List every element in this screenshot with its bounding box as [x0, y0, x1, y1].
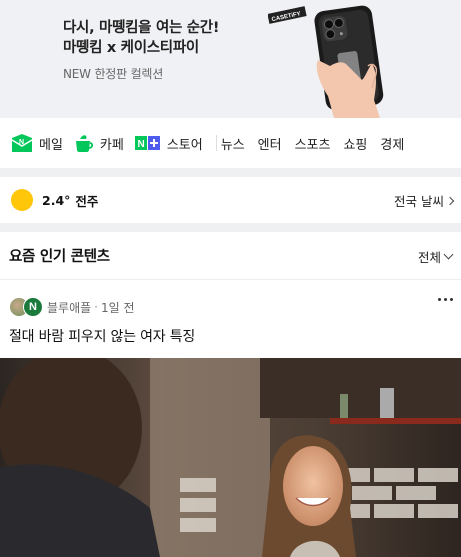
store-icon: N — [134, 136, 160, 150]
nav-divider — [215, 135, 217, 151]
service-label-mail: 메일 — [39, 137, 63, 153]
section-title: 요즘 인기 콘텐츠 — [9, 249, 110, 265]
more-dot-icon — [438, 298, 441, 301]
svg-text:N: N — [137, 139, 144, 150]
nav-link-sports[interactable]: 스포츠 — [295, 134, 331, 153]
post-author[interactable]: 블루애플 — [47, 299, 91, 316]
mail-icon: N — [11, 134, 33, 152]
nav-link-shopping[interactable]: 쇼핑 — [343, 134, 367, 153]
cafe-icon — [75, 135, 93, 152]
more-dot-icon — [444, 298, 447, 301]
national-weather-label: 전국 날씨 — [394, 194, 444, 209]
nav-link-news[interactable]: 뉴스 — [221, 134, 245, 153]
service-nav: N 메일 카페 N 스토어 뉴스 엔터 스포츠 쇼핑 경제 — [0, 118, 461, 168]
naver-badge-icon: N — [23, 297, 43, 317]
svg-text:N: N — [19, 139, 24, 146]
service-label-store: 스토어 — [166, 137, 203, 153]
service-mail[interactable]: N 메일 — [11, 133, 63, 153]
post-meta: N 블루애플 · 1일 전 — [9, 297, 135, 317]
banner-headline: 다시, 마뗑킴을 여는 순간! — [63, 20, 220, 36]
phone-case-image: CASETiFY — [268, 5, 384, 118]
meta-separator: · — [94, 300, 98, 314]
view-all-label: 전체 — [417, 250, 441, 265]
view-all-dropdown[interactable]: 전체 — [417, 247, 454, 266]
nav-link-economy[interactable]: 경제 — [380, 134, 404, 153]
post-title[interactable]: 절대 바람 피우지 않는 여자 특징 — [9, 326, 195, 346]
promo-banner[interactable]: 다시, 마뗑킴을 여는 순간! 마뗑킴 x 케이스티파이 NEW 한정판 컬렉션… — [0, 0, 461, 118]
more-dot-icon — [450, 298, 453, 301]
banner-subheadline: 마뗑킴 x 케이스티파이 — [63, 40, 199, 56]
service-cafe[interactable]: 카페 — [74, 133, 124, 153]
post-thumbnail[interactable] — [0, 358, 461, 557]
nav-link-entertainment[interactable]: 엔터 — [258, 134, 282, 153]
sunny-icon — [11, 189, 33, 211]
chevron-right-icon — [445, 196, 455, 205]
more-options-button[interactable] — [438, 298, 453, 301]
weather-widget[interactable]: 2.4° 전주 전국 날씨 — [0, 177, 461, 223]
popular-contents-section: 요즘 인기 콘텐츠 전체 N 블루애플 · 1일 전 절대 바람 피우지 않는 … — [0, 232, 461, 557]
service-store[interactable]: N 스토어 — [134, 134, 203, 153]
section-header: 요즘 인기 콘텐츠 전체 — [0, 232, 461, 280]
banner-caption: NEW 한정판 컬렉션 — [63, 67, 164, 81]
post-time: 1일 전 — [101, 300, 135, 315]
banner-text: 다시, 마뗑킴을 여는 순간! 마뗑킴 x 케이스티파이 NEW 한정판 컬렉션 — [63, 18, 219, 82]
service-label-cafe: 카페 — [99, 137, 124, 153]
national-weather-link[interactable]: 전국 날씨 — [394, 191, 455, 210]
weather-location: 전주 — [75, 193, 99, 209]
temperature: 2.4° — [42, 192, 71, 208]
chevron-down-icon — [443, 249, 454, 260]
